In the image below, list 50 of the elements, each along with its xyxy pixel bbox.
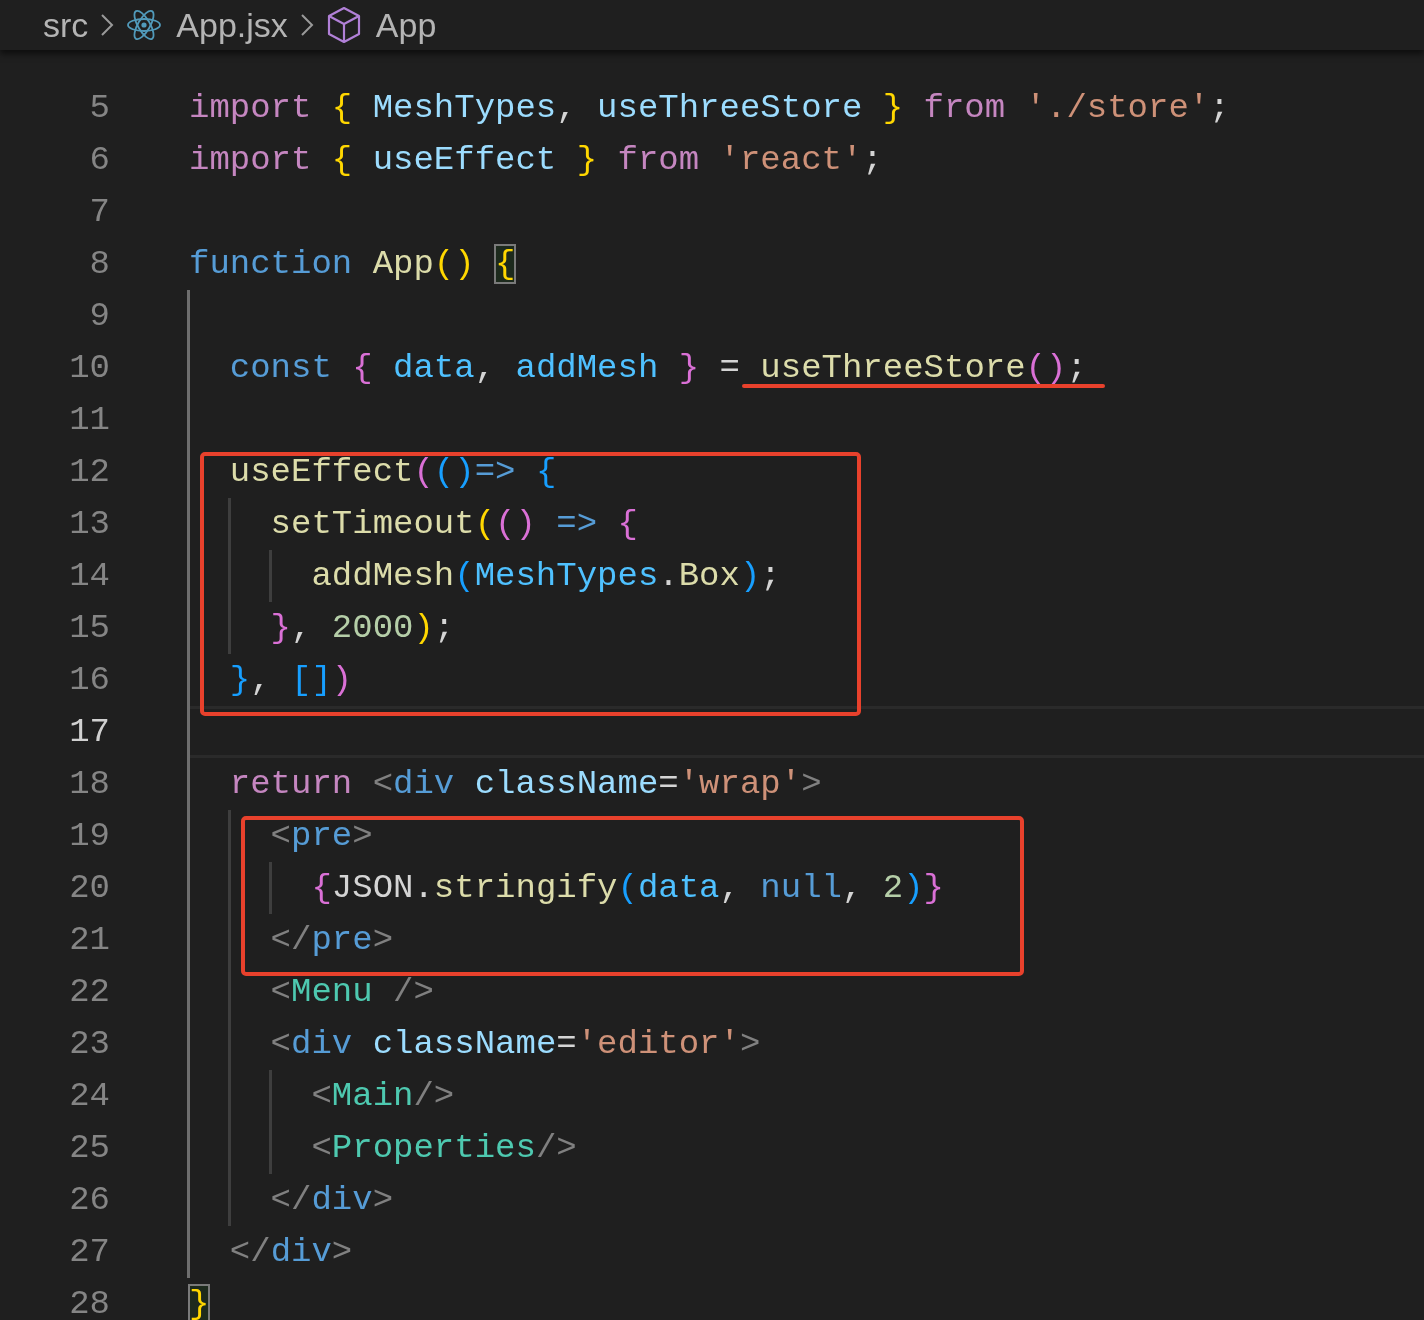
breadcrumb-item[interactable]: App (375, 5, 437, 45)
line-number: 17 (68, 713, 110, 751)
code-line: function App() { (189, 244, 516, 285)
line-number: 28 (68, 1285, 110, 1320)
cube-icon (325, 6, 362, 44)
line-number: 7 (88, 193, 110, 231)
code-line: <Main/> (310, 1076, 455, 1117)
line-number: 13 (68, 505, 110, 543)
code-line: setTimeout(() => { (269, 504, 638, 545)
code-line: return <div className='wrap'> (228, 764, 822, 805)
code-line: </pre> (269, 920, 394, 961)
line-number: 9 (88, 297, 110, 335)
code-line: <Properties/> (310, 1128, 577, 1169)
breadcrumb-item[interactable]: src (43, 5, 89, 45)
code-line: }, 2000); (269, 608, 455, 649)
code-line: </div> (269, 1180, 394, 1221)
breadcrumb-item[interactable]: App.jsx (176, 5, 288, 45)
code-line: import { MeshTypes, useThreeStore } from './store'; (189, 88, 1230, 129)
code-line: addMesh(MeshTypes.Box); (310, 556, 781, 597)
line-number: 21 (68, 921, 110, 959)
line-number: 25 (68, 1129, 110, 1167)
code-line: }, []) (228, 660, 353, 701)
atom-icon (126, 8, 163, 42)
line-number: 14 (68, 557, 110, 595)
code-line: const { data, addMesh } = useThreeStore(); (228, 348, 1087, 389)
line-number: 5 (88, 89, 110, 127)
chevron-icon (299, 13, 314, 37)
line-number: 16 (68, 661, 110, 699)
code-line: <pre> (269, 816, 373, 857)
line-number: 22 (68, 973, 110, 1011)
line-number: 15 (68, 609, 110, 647)
line-number: 12 (68, 453, 110, 491)
line-number: 6 (88, 141, 110, 179)
code-line: useEffect(()=> { (228, 452, 557, 493)
code-line: <div className='editor'> (269, 1024, 761, 1065)
code-line: import { useEffect } from 'react'; (189, 140, 883, 181)
line-number: 19 (68, 817, 110, 855)
line-number: 8 (88, 245, 110, 283)
code-line: </div> (228, 1232, 353, 1273)
line-number: 24 (68, 1077, 110, 1115)
line-number: 27 (68, 1233, 110, 1271)
code-line: <Menu /> (269, 972, 434, 1013)
line-number: 18 (68, 765, 110, 803)
chevron-icon (100, 13, 115, 37)
line-number: 26 (68, 1181, 110, 1219)
line-number: 23 (68, 1025, 110, 1063)
line-number: 20 (68, 869, 110, 907)
line-number: 11 (68, 401, 110, 439)
line-number: 10 (68, 349, 110, 387)
code-line: {JSON.stringify(data, null, 2)} (310, 868, 944, 909)
